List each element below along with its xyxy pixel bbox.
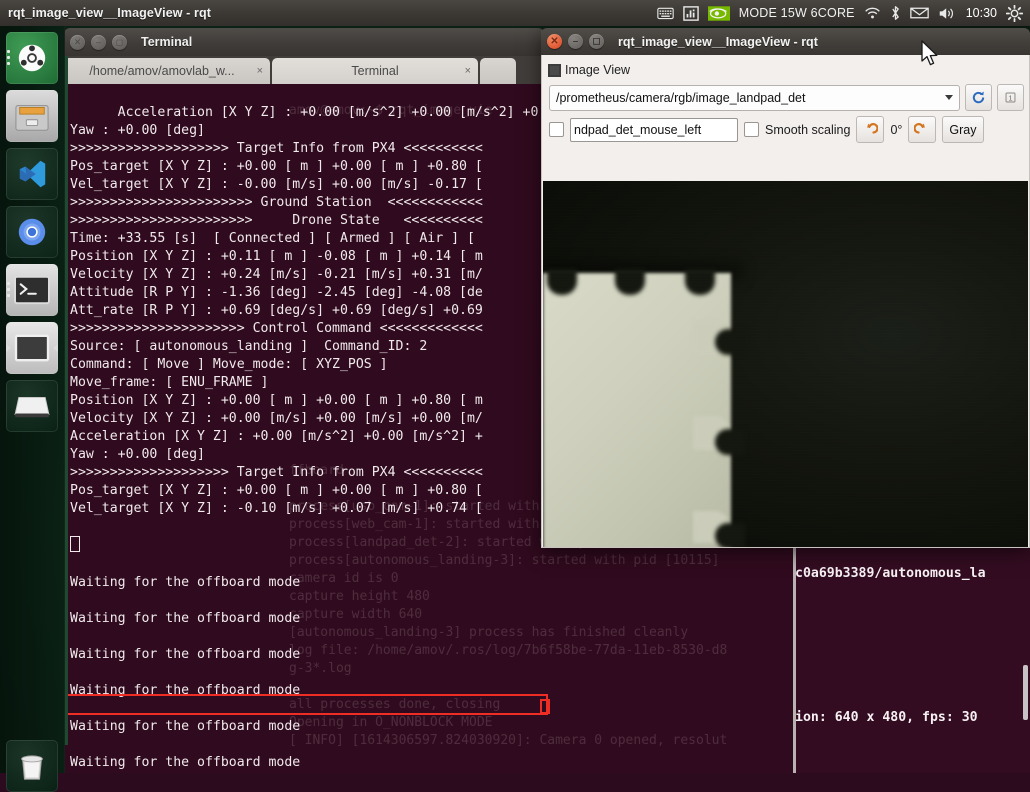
terminal-waiting-line: Waiting for the offboard mode <box>70 647 301 662</box>
terminal-waiting-line: Waiting for the offboard mode <box>70 755 301 770</box>
right-terminal-line: c0a69b3389/autonomous_la <box>795 566 986 581</box>
sidebar-item-terminal[interactable] <box>6 264 58 316</box>
unity-launcher[interactable] <box>0 26 65 792</box>
terminal-minimize-button[interactable]: – <box>91 34 106 50</box>
svg-text:1: 1 <box>1008 93 1012 102</box>
rotate-right-icon <box>914 122 926 134</box>
wifi-icon[interactable] <box>864 6 881 20</box>
top-panel[interactable]: rqt_image_view__ImageView - rqt MODE 15W… <box>0 0 1030 26</box>
rqt-window-body: Image View /prometheus/camera/rgb/image_… <box>541 55 1030 548</box>
rqt-maximize-button[interactable]: ◻ <box>589 34 604 49</box>
window-divider <box>793 547 796 773</box>
terminal-window-title: Terminal <box>141 35 193 49</box>
screen-icon <box>14 334 50 362</box>
bluetooth-icon[interactable] <box>890 5 901 21</box>
files-icon <box>15 105 49 131</box>
right-terminal-scrollbar[interactable] <box>1023 665 1028 720</box>
terminal-tab-label: Terminal <box>351 64 399 78</box>
rqt-close-button[interactable]: ✕ <box>547 34 562 49</box>
mouse-topic-input[interactable]: ndpad_det_mouse_left <box>570 117 738 142</box>
color-scheme-button[interactable]: Gray <box>942 116 984 143</box>
mail-icon[interactable] <box>909 6 929 20</box>
ubuntu-dash-icon <box>18 44 46 72</box>
terminal-waiting-line: Waiting for the offboard mode <box>70 719 301 734</box>
topic-combo-value: /prometheus/camera/rgb/image_landpad_det <box>556 90 806 105</box>
drive-icon <box>14 397 50 418</box>
gear-icon[interactable] <box>1006 4 1023 22</box>
rotation-value-label: 0° <box>890 122 903 137</box>
terminal-titlebar[interactable]: ✕ – ◻ Terminal <box>64 28 544 56</box>
plugin-title: Image View <box>565 63 631 77</box>
sidebar-item-trash[interactable] <box>6 740 58 792</box>
terminal-tab-close-icon[interactable]: × <box>465 65 471 77</box>
keyboard-icon[interactable] <box>657 6 674 20</box>
terminal-tab-label: /home/amov/amovlab_w... <box>89 64 235 78</box>
rqt-topic-toolbar: /prometheus/camera/rgb/image_landpad_det… <box>542 82 1029 111</box>
rqt-minimize-button[interactable]: – <box>568 34 583 49</box>
right-terminal-line: ion: 640 x 480, fps: 30 <box>795 710 978 725</box>
panel-window-title: rqt_image_view__ImageView - rqt <box>8 6 211 20</box>
rqt-window-title: rqt_image_view__ImageView - rqt <box>618 34 818 49</box>
terminal-waiting-line: Waiting for the offboard mode <box>70 683 301 698</box>
rotate-left-button[interactable] <box>856 116 885 143</box>
sidebar-item-vscode[interactable] <box>6 148 58 200</box>
sidebar-item-screen[interactable] <box>6 322 58 374</box>
vscode-icon <box>19 160 46 188</box>
terminal-waiting-line: Waiting for the offboard mode <box>70 575 301 590</box>
terminal-tab-terminal[interactable]: Terminal × <box>272 58 478 84</box>
terminal-cursor <box>70 536 80 552</box>
color-scheme-label: Gray <box>949 122 977 137</box>
sidebar-item-files[interactable] <box>6 90 58 142</box>
terminal-tab-home[interactable]: /home/amov/amovlab_w... × <box>64 58 270 84</box>
trash-icon <box>21 755 43 780</box>
chevron-down-icon[interactable] <box>945 95 953 100</box>
save-image-icon: 1 <box>1005 92 1016 103</box>
topic-combo-box[interactable]: /prometheus/camera/rgb/image_landpad_det <box>549 84 960 111</box>
terminal-close-button[interactable]: ✕ <box>70 34 85 50</box>
rqt-image-view-window[interactable]: ✕ – ◻ rqt_image_view__ImageView - rqt Im… <box>541 28 1030 548</box>
right-terminal-line <box>795 601 1030 619</box>
smooth-scaling-checkbox[interactable] <box>744 122 759 137</box>
terminal-tab-bar[interactable]: /home/amov/amovlab_w... × Terminal × <box>64 56 544 84</box>
smooth-scaling-label: Smooth scaling <box>765 122 851 137</box>
right-terminal-line <box>795 637 1030 655</box>
terminal-icon <box>14 275 50 305</box>
sidebar-item-chromium[interactable] <box>6 206 58 258</box>
terminal-tab-third[interactable] <box>480 58 516 84</box>
refresh-icon <box>972 91 985 104</box>
annotation-small-box <box>540 699 550 714</box>
system-tray: MODE 15W 6CORE 10:30 <box>657 4 1030 22</box>
image-view-plugin-icon <box>548 63 561 77</box>
rqt-options-toolbar: ndpad_det_mouse_left Smooth scaling 0° G… <box>542 111 1029 148</box>
rotate-right-button[interactable] <box>908 116 937 143</box>
sidebar-item-drive[interactable] <box>6 380 58 432</box>
terminal-maximize-button[interactable]: ◻ <box>112 34 127 50</box>
save-image-button[interactable]: 1 <box>997 84 1024 111</box>
publish-mouse-clicks-checkbox[interactable] <box>549 122 564 137</box>
terminal-waiting-line: Waiting for the offboard mode <box>70 611 301 626</box>
chromium-icon <box>18 218 46 246</box>
terminal-telemetry-block: Acceleration [X Y Z] : +0.00 [m/s^2] +0.… <box>70 105 539 516</box>
mouse-topic-value: ndpad_det_mouse_left <box>574 122 702 137</box>
image-noise-overlay <box>543 181 1028 547</box>
volume-icon[interactable] <box>938 6 957 21</box>
rqt-titlebar[interactable]: ✕ – ◻ rqt_image_view__ImageView - rqt <box>541 28 1030 55</box>
foreground-terminal-right-strip[interactable]: c0a69b3389/autonomous_la ion: 640 x 480,… <box>795 547 1030 773</box>
image-view-canvas[interactable] <box>543 181 1028 547</box>
sidebar-item-ubuntu-dash[interactable] <box>6 32 58 84</box>
terminal-tab-close-icon[interactable]: × <box>257 65 263 77</box>
right-terminal-line <box>795 673 1030 691</box>
rotate-left-icon <box>867 122 879 134</box>
camera-image <box>543 181 1028 547</box>
power-mode-label: MODE 15W 6CORE <box>738 6 855 20</box>
clock-label[interactable]: 10:30 <box>966 6 997 20</box>
nvidia-icon[interactable] <box>707 5 730 21</box>
system-monitor-icon[interactable] <box>682 5 699 21</box>
plugin-header: Image View <box>542 55 1029 82</box>
refresh-topics-button[interactable] <box>965 84 992 111</box>
